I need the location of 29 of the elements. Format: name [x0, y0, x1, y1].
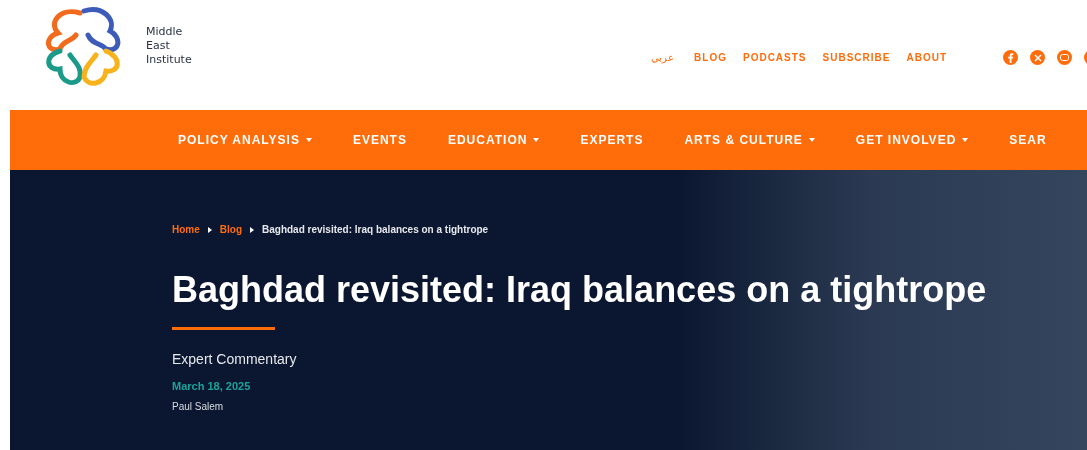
- main-nav-item[interactable]: SEAR: [1009, 131, 1047, 149]
- top-nav-link[interactable]: PODCASTS: [742, 50, 807, 65]
- article-title: Baghdad revisited: Iraq balances on a tightrope: [172, 269, 988, 311]
- main-nav-item[interactable]: EVENTS: [352, 131, 407, 149]
- logo-wordmark[interactable]: Middle East Institute: [146, 25, 192, 67]
- main-nav-item[interactable]: GET INVOLVED: [855, 131, 969, 149]
- chevron-icon: [250, 226, 254, 233]
- article-category: Expert Commentary: [172, 350, 298, 369]
- caret-icon: [962, 138, 969, 142]
- x-logo-icon[interactable]: [1030, 50, 1045, 65]
- breadcrumb-link[interactable]: Home: [172, 222, 200, 237]
- top-nav-link[interactable]: BLOG: [694, 50, 727, 65]
- article-date: March 18, 2025: [172, 379, 252, 394]
- main-nav-item[interactable]: POLICY ANALYSIS: [178, 131, 312, 149]
- caret-icon: [305, 138, 312, 142]
- video-play-icon[interactable]: [1057, 50, 1072, 65]
- language-link[interactable]: عربي: [651, 50, 675, 65]
- breadcrumb-link[interactable]: Blog: [219, 222, 242, 237]
- caret-icon: [533, 138, 540, 142]
- facebook-icon[interactable]: [1003, 50, 1018, 65]
- main-nav-item[interactable]: EXPERTS: [580, 131, 644, 149]
- top-nav-link[interactable]: SUBSCRIBE: [822, 50, 891, 65]
- main-nav-item[interactable]: EDUCATION: [447, 131, 540, 149]
- caret-icon: [808, 138, 815, 142]
- main-nav-item[interactable]: ARTS & CULTURE: [684, 131, 815, 149]
- top-nav-link[interactable]: ABOUT: [906, 50, 947, 65]
- chevron-icon: [207, 226, 212, 233]
- breadcrumb-current: Baghdad revisited: Iraq balances on a tightrope: [262, 223, 489, 237]
- article-author: Paul Salem: [172, 399, 225, 414]
